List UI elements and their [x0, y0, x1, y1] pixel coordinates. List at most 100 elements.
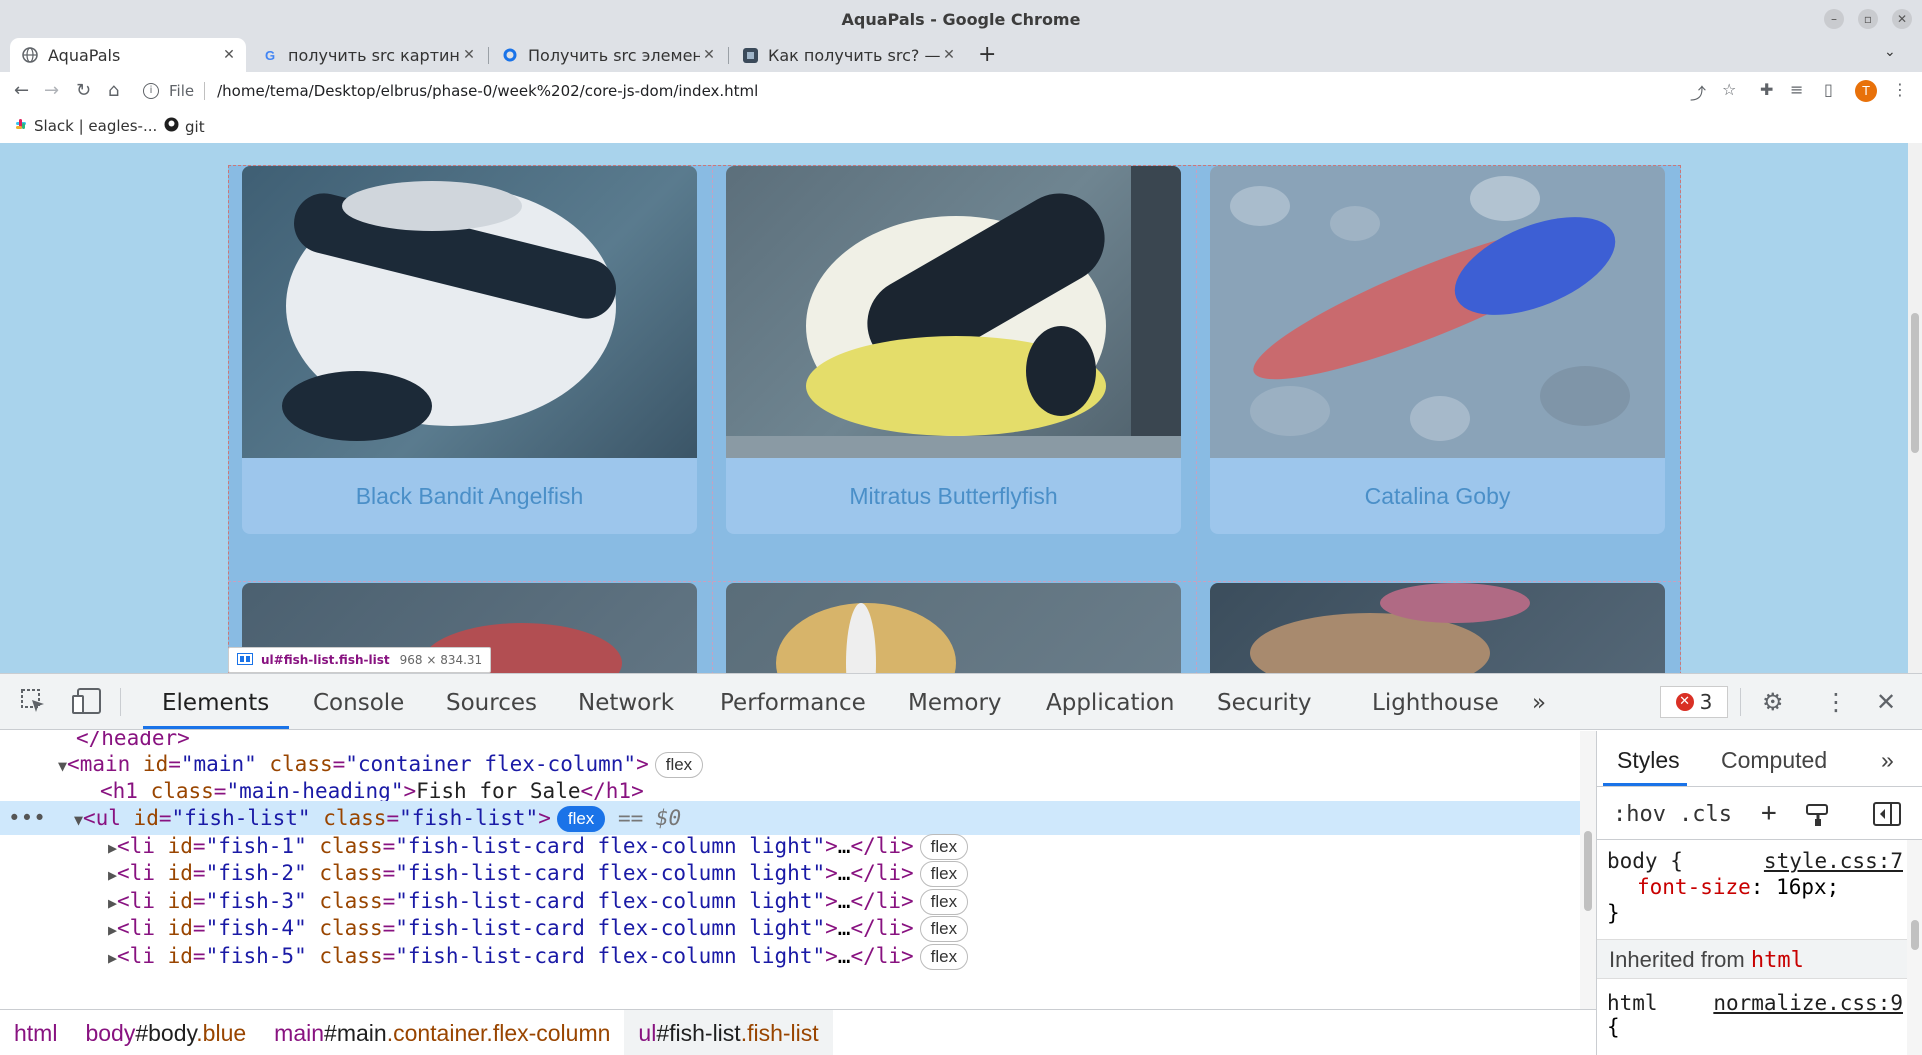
- address-bar[interactable]: i File /home/tema/Desktop/elbrus/phase-0…: [143, 72, 1643, 109]
- breadcrumb-item[interactable]: body#body.blue: [71, 1010, 260, 1055]
- bookmark-slack[interactable]: Slack | eagles-...: [14, 117, 157, 135]
- device-toolbar-icon[interactable]: [72, 688, 102, 720]
- devtools-tabbar: Elements Console Sources Network Perform…: [0, 674, 1922, 730]
- tab-styles[interactable]: Styles: [1617, 747, 1680, 774]
- tab-computed[interactable]: Computed: [1721, 747, 1827, 774]
- reload-icon[interactable]: ↻: [76, 80, 91, 101]
- dom-tree: </header> ▼<main id="main" class="contai…: [0, 731, 1580, 1009]
- home-icon[interactable]: ⌂: [108, 80, 119, 101]
- tab-memory[interactable]: Memory: [908, 690, 1002, 716]
- menu-kebab-icon[interactable]: ⋮: [1892, 80, 1908, 99]
- fish-card[interactable]: Catalina Goby: [1210, 166, 1665, 534]
- error-count: 3: [1699, 690, 1713, 714]
- habr-icon: [742, 47, 758, 63]
- fish-card[interactable]: [1210, 583, 1665, 673]
- window-title: AquaPals - Google Chrome: [841, 10, 1081, 29]
- title-bar: AquaPals - Google Chrome – ▫ ✕: [0, 0, 1922, 38]
- breadcrumb-item-active[interactable]: ul#fish-list.fish-list: [624, 1009, 833, 1055]
- dom-tree-scrollbar[interactable]: [1580, 731, 1596, 1009]
- fish-name: Mitratus Butterflyfish: [849, 483, 1058, 509]
- styles-scrollbar[interactable]: [1907, 840, 1922, 1055]
- settings-gear-icon[interactable]: ⚙: [1762, 688, 1784, 716]
- close-devtools-icon[interactable]: ✕: [1876, 688, 1896, 716]
- close-icon[interactable]: ✕: [940, 47, 958, 63]
- forward-arrow-icon[interactable]: →: [44, 80, 59, 101]
- fish-image: [1210, 166, 1665, 458]
- bookmarks-bar: Slack | eagles-... git: [0, 109, 1922, 143]
- devtools-menu-kebab-icon[interactable]: ⋮: [1824, 688, 1848, 716]
- toggle-sidebar-icon[interactable]: [1873, 802, 1901, 832]
- bookmark-star-icon[interactable]: ☆: [1722, 80, 1736, 99]
- tab-application[interactable]: Application: [1046, 690, 1175, 716]
- fish-card[interactable]: [726, 583, 1181, 673]
- tab-label: получить src картинки js: [288, 45, 460, 65]
- fish-image: [242, 166, 697, 458]
- error-count-badge[interactable]: ✕ 3: [1660, 686, 1728, 718]
- tab-google-search[interactable]: G получить src картинки js ✕: [250, 38, 486, 72]
- fish-card[interactable]: Black Bandit Angelfish: [242, 166, 697, 534]
- css-rule-html: html normalize.css:9 {: [1597, 991, 1907, 1051]
- tab-habr[interactable]: Как получить src? — Хабр ✕: [730, 38, 966, 72]
- tab-sources[interactable]: Sources: [446, 690, 537, 716]
- fish-card[interactable]: Mitratus Butterflyfish: [726, 166, 1181, 534]
- close-window-button[interactable]: ✕: [1892, 9, 1912, 29]
- tab-label: Получить src элемента in: [528, 45, 700, 65]
- github-icon: [164, 117, 179, 136]
- slack-icon: [14, 117, 28, 135]
- tab-lighthouse[interactable]: Lighthouse: [1372, 690, 1499, 716]
- google-icon: G: [264, 47, 276, 63]
- tooltip-size: 968 × 834.31: [399, 653, 483, 667]
- side-panel-icon[interactable]: ▯: [1824, 80, 1833, 99]
- minimize-button[interactable]: –: [1824, 9, 1844, 29]
- maximize-button[interactable]: ▫: [1858, 9, 1878, 29]
- new-rule-plus-icon[interactable]: +: [1761, 798, 1777, 828]
- styles-tabs: Styles Computed »: [1597, 731, 1922, 787]
- close-icon[interactable]: ✕: [700, 47, 718, 63]
- class-toggle[interactable]: .cls: [1679, 802, 1732, 827]
- rule-source-link[interactable]: style.css:7: [1764, 849, 1903, 873]
- hover-state-toggle[interactable]: :hov: [1613, 802, 1666, 827]
- styles-filter-bar: :hov .cls +: [1597, 788, 1922, 840]
- css-declaration[interactable]: font-size: 16px;: [1637, 875, 1839, 899]
- tab-get-src[interactable]: Получить src элемента in ✕: [490, 38, 726, 72]
- tab-security[interactable]: Security: [1217, 690, 1311, 716]
- breadcrumb-item[interactable]: main#main.container.flex-column: [260, 1010, 624, 1055]
- more-tabs-chevron-icon[interactable]: »: [1532, 690, 1546, 716]
- share-icon[interactable]: ⤴: [1690, 80, 1706, 104]
- url-text[interactable]: /home/tema/Desktop/elbrus/phase-0/week%2…: [217, 82, 758, 100]
- bookmark-label: Slack | eagles-...: [34, 117, 158, 135]
- page-scrollbar[interactable]: [1908, 143, 1922, 673]
- inherited-from-header: Inherited from html: [1597, 939, 1907, 979]
- tab-performance[interactable]: Performance: [720, 690, 866, 716]
- close-icon[interactable]: ✕: [460, 47, 478, 63]
- tab-label: AquaPals: [48, 45, 121, 65]
- flex-badge[interactable]: flex: [919, 944, 969, 970]
- breadcrumb-item[interactable]: html: [0, 1010, 71, 1055]
- dom-node-li[interactable]: ▶<li id="fish-5" class="fish-list-card f…: [0, 939, 1580, 973]
- inspect-element-icon[interactable]: [20, 688, 46, 720]
- tab-strip: AquaPals ✕ G получить src картинки js ✕ …: [0, 38, 1922, 72]
- rule-source-link[interactable]: normalize.css:9: [1713, 991, 1903, 1015]
- inherited-tag-link[interactable]: html: [1751, 948, 1804, 973]
- tab-network[interactable]: Network: [578, 690, 674, 716]
- info-icon[interactable]: i: [143, 82, 159, 99]
- error-icon: ✕: [1675, 693, 1694, 711]
- close-icon[interactable]: ✕: [220, 47, 238, 63]
- tab-search-chevron-icon[interactable]: ⌄: [1884, 44, 1896, 60]
- fish-image: [726, 583, 1181, 673]
- new-tab-button[interactable]: +: [978, 42, 996, 67]
- tab-elements[interactable]: Elements: [162, 690, 269, 716]
- browser-toolbar: ← → ↻ ⌂ i File /home/tema/Desktop/elbrus…: [0, 72, 1922, 109]
- more-panes-chevron-icon[interactable]: »: [1881, 747, 1894, 774]
- tab-console[interactable]: Console: [313, 690, 404, 716]
- flex-container-icon: [237, 652, 253, 668]
- extensions-icon[interactable]: ✚: [1760, 80, 1773, 99]
- paint-roller-icon[interactable]: [1805, 802, 1831, 834]
- bookmark-git[interactable]: git: [164, 117, 205, 136]
- back-arrow-icon[interactable]: ←: [14, 80, 29, 101]
- globe-icon: [22, 47, 38, 63]
- tab-aquapals[interactable]: AquaPals ✕: [10, 38, 246, 72]
- profile-avatar[interactable]: T: [1855, 80, 1877, 102]
- media-icon[interactable]: ≡: [1790, 80, 1803, 99]
- styles-pane: Styles Computed » :hov .cls + body { sty…: [1596, 731, 1922, 1055]
